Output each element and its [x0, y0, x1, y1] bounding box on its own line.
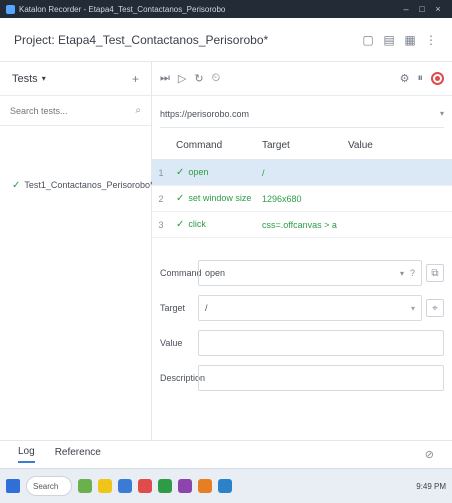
url-row: ▾: [160, 100, 444, 128]
app-icon[interactable]: [178, 479, 192, 493]
editor-target-row: Target / ▾ ⌖: [160, 295, 444, 321]
main-panel: ⏭ ▷ ↻ ⏲ ⚙ ⏸ ▾ Command Target Value 1 ✓op…: [152, 62, 452, 440]
log-bar: Log Reference ⊘: [0, 440, 452, 468]
row-target: 1296x680: [262, 193, 302, 204]
app-icon: [6, 4, 15, 14]
speed-icon[interactable]: ⏲: [212, 72, 221, 85]
command-field[interactable]: open ▾ ?: [198, 260, 422, 286]
more-icon[interactable]: ⋮: [424, 33, 438, 47]
record-icon[interactable]: [431, 72, 444, 85]
description-label: Description: [160, 373, 206, 383]
minimize-icon[interactable]: –: [398, 4, 414, 14]
description-field[interactable]: [198, 365, 444, 391]
row-target: /: [262, 167, 265, 178]
column-command: Command: [176, 140, 223, 151]
table-row[interactable]: 2 ✓ set window size 1296x680: [152, 186, 452, 212]
new-file-icon[interactable]: ▢: [361, 33, 375, 47]
target-field[interactable]: / ▾: [198, 295, 422, 321]
row-number: 3: [158, 219, 164, 230]
app-icon[interactable]: [118, 479, 132, 493]
check-icon: ✓: [12, 179, 21, 191]
row-number: 2: [158, 193, 164, 204]
target-label: Target: [160, 303, 186, 313]
list-item[interactable]: ✓ Test1_Contactanos_Perisorobo*: [0, 172, 154, 198]
row-command: ✓ open: [176, 167, 209, 178]
chevron-down-icon[interactable]: ▾: [440, 109, 444, 118]
select-target-icon[interactable]: ⌖: [426, 299, 444, 317]
loop-icon[interactable]: ↻: [194, 72, 203, 85]
start-icon[interactable]: [6, 479, 20, 493]
app-icon[interactable]: [198, 479, 212, 493]
row-target: css=.offcanvas > a: [262, 219, 337, 230]
command-editor: Command open ▾ ? ⧉ Target / ▾ ⌖ Value De…: [152, 260, 452, 391]
tab-reference[interactable]: Reference: [55, 447, 101, 462]
table-header: Command Target Value: [152, 132, 452, 160]
command-label: Command: [160, 268, 202, 278]
os-taskbar: Search 9:49 PM: [0, 468, 452, 503]
tests-dropdown[interactable]: Tests: [12, 73, 38, 85]
editor-value-row: Value: [160, 330, 444, 356]
app-icon[interactable]: [158, 479, 172, 493]
play-icon[interactable]: ▷: [178, 72, 186, 85]
chevron-down-icon[interactable]: ▾: [411, 304, 415, 313]
settings-icon[interactable]: ⚙: [400, 72, 410, 85]
chevron-down-icon[interactable]: ▾: [42, 74, 46, 83]
value-label: Value: [160, 338, 183, 348]
value-field[interactable]: [198, 330, 444, 356]
command-table: Command Target Value 1 ✓ open / 2 ✓ set wi…: [152, 132, 452, 238]
app-icon[interactable]: [138, 479, 152, 493]
row-command: ✓ click: [176, 219, 206, 230]
window-title: Katalon Recorder - Etapa4_Test_Contactan…: [19, 4, 226, 14]
project-bar: Project: Etapa4_Test_Contactanos_Perisor…: [0, 18, 452, 62]
search-row: ⌕: [0, 96, 151, 126]
maximize-icon[interactable]: □: [414, 4, 430, 14]
base-url-input[interactable]: [160, 108, 440, 119]
project-actions: ▢ ▤ ▦ ⋮: [361, 33, 438, 47]
row-number: 1: [158, 167, 164, 178]
app-icon[interactable]: [218, 479, 232, 493]
add-test-icon[interactable]: +: [132, 72, 139, 86]
play-all-icon[interactable]: ⏭: [160, 72, 170, 85]
editor-description-row: Description: [160, 365, 444, 391]
close-icon[interactable]: ×: [430, 4, 446, 14]
pause-icon[interactable]: ⏸: [418, 72, 424, 85]
table-row[interactable]: 3 ✓ click css=.offcanvas > a: [152, 212, 452, 238]
project-title: Project: Etapa4_Test_Contactanos_Perisor…: [14, 32, 269, 47]
clear-log-icon[interactable]: ⊘: [425, 448, 434, 461]
app-icon[interactable]: [98, 479, 112, 493]
column-target: Target: [262, 140, 290, 151]
open-folder-icon[interactable]: ▤: [382, 33, 396, 47]
app-icon[interactable]: [78, 479, 92, 493]
help-icon[interactable]: ?: [410, 268, 415, 278]
test-sidebar: Tests ▾ + ⌕ ✓ Test1_Contactanos_Perisoro…: [0, 62, 154, 440]
tab-log[interactable]: Log: [18, 446, 35, 463]
toolbar: ⏭ ▷ ↻ ⏲ ⚙ ⏸: [152, 62, 452, 96]
search-input[interactable]: [10, 105, 136, 116]
column-value: Value: [348, 140, 373, 151]
clock[interactable]: 9:49 PM: [416, 482, 446, 491]
chevron-down-icon[interactable]: ▾: [400, 269, 404, 278]
editor-command-row: Command open ▾ ? ⧉: [160, 260, 444, 286]
tests-header: Tests ▾ +: [0, 62, 151, 96]
search-icon[interactable]: ⌕: [135, 105, 141, 116]
taskbar-search[interactable]: Search: [26, 476, 72, 496]
save-icon[interactable]: ▦: [403, 33, 417, 47]
window-titlebar: Katalon Recorder - Etapa4_Test_Contactan…: [0, 0, 452, 18]
copy-icon[interactable]: ⧉: [426, 264, 444, 282]
test-label: Test1_Contactanos_Perisorobo*: [24, 180, 154, 190]
table-row[interactable]: 1 ✓ open /: [152, 160, 452, 186]
row-command: ✓ set window size: [176, 193, 252, 204]
